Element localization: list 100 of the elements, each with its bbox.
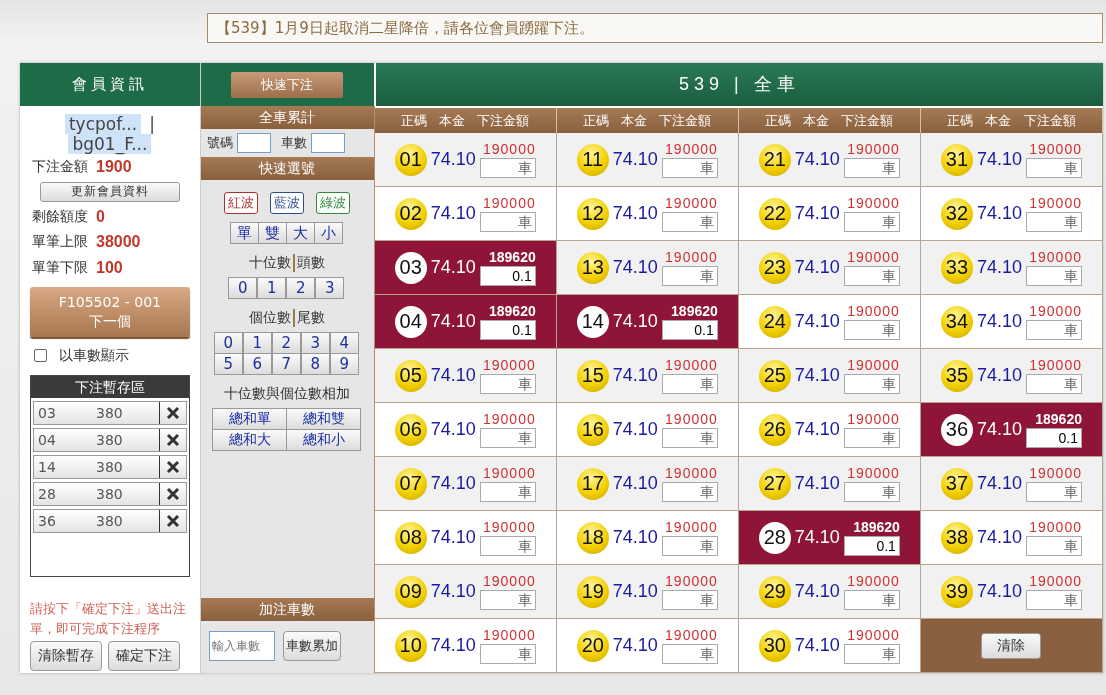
number-ball: 11 xyxy=(576,143,609,176)
number-ball: 17 xyxy=(576,467,609,500)
quick-pick-button[interactable]: 小 xyxy=(314,222,344,244)
bet-amount-field[interactable]: 車 xyxy=(843,212,900,232)
count-input[interactable]: 輸入車數 xyxy=(208,631,275,661)
bet-amount-field[interactable]: 車 xyxy=(479,482,536,502)
close-icon[interactable] xyxy=(165,432,180,447)
limit-value: 189620 xyxy=(853,519,900,535)
bet-amount-field[interactable]: 車 xyxy=(479,158,536,178)
bet-amount-field[interactable]: 車 xyxy=(661,158,718,178)
digit-button[interactable]: 7 xyxy=(271,353,301,375)
digit-button[interactable]: 0 xyxy=(213,332,243,354)
number-ball: 13 xyxy=(576,251,609,284)
bet-amount-field[interactable]: 車 xyxy=(1025,374,1082,394)
digit-button[interactable]: 2 xyxy=(271,332,301,354)
limit-value: 190000 xyxy=(847,627,900,643)
bet-amount-field[interactable]: 車 xyxy=(479,590,536,610)
bet-amount-field[interactable]: 車 xyxy=(661,536,718,556)
digit-button[interactable]: 0 xyxy=(228,277,258,299)
digit-button[interactable]: 4 xyxy=(329,332,359,354)
bet-amount-field[interactable]: 車 xyxy=(661,644,718,664)
limit-value: 190000 xyxy=(1029,465,1082,481)
close-icon[interactable] xyxy=(165,405,180,420)
account-id: bg01_F... xyxy=(68,134,152,154)
wave-button[interactable]: 綠波 xyxy=(316,192,351,214)
digit-button[interactable]: 5 xyxy=(213,353,243,375)
odds-value: 74.10 xyxy=(612,527,658,548)
bet-amount-field[interactable]: 車 xyxy=(843,590,900,610)
bet-amount-field[interactable]: 車 xyxy=(479,374,536,394)
action-button[interactable]: 確定下注 xyxy=(108,641,180,671)
bet-amount-field[interactable]: 車 xyxy=(661,374,718,394)
digit-button[interactable]: 3 xyxy=(300,332,330,354)
quick-pick-button[interactable]: 單 xyxy=(230,222,260,244)
close-icon[interactable] xyxy=(165,486,180,501)
bet-amount-field[interactable]: 車 xyxy=(1025,320,1082,340)
bet-amount-field[interactable]: 車 xyxy=(661,266,718,286)
bet-amount-field[interactable]: 車 xyxy=(661,590,718,610)
bet-amount-field[interactable]: 車 xyxy=(1025,158,1082,178)
number-field[interactable] xyxy=(236,133,271,153)
cart-number: 28 xyxy=(37,485,57,502)
quick-pick-button[interactable]: 雙 xyxy=(258,222,288,244)
refresh-button[interactable]: 更新會員資料 xyxy=(40,181,180,202)
digit-button[interactable]: 1 xyxy=(257,277,287,299)
count-field[interactable] xyxy=(310,133,345,153)
odds-value: 74.10 xyxy=(612,365,658,386)
bet-amount-field[interactable]: 車 xyxy=(843,320,900,340)
odds-value: 74.10 xyxy=(612,635,658,656)
bet-amount-field[interactable]: 車 xyxy=(1025,212,1082,232)
limit-value: 190000 xyxy=(483,357,536,373)
close-icon[interactable] xyxy=(165,513,180,528)
digit-button[interactable]: 3 xyxy=(315,277,345,299)
digit-button[interactable]: 6 xyxy=(242,353,272,375)
bet-amount-field[interactable]: 車 xyxy=(661,212,718,232)
close-icon[interactable] xyxy=(165,459,180,474)
clear-button[interactable]: 清除 xyxy=(981,632,1042,659)
bet-amount-field[interactable]: 0.1 xyxy=(479,266,536,286)
sum-button[interactable]: 總和大 xyxy=(212,429,288,451)
bet-amount-field[interactable]: 車 xyxy=(479,428,536,448)
quick-pick-button[interactable]: 大 xyxy=(286,222,316,244)
digit-button[interactable]: 8 xyxy=(300,353,330,375)
bet-amount-field[interactable]: 0.1 xyxy=(1025,428,1082,448)
sum-button[interactable]: 總和雙 xyxy=(286,408,362,430)
bet-amount-field[interactable]: 車 xyxy=(843,428,900,448)
bet-amount-field[interactable]: 車 xyxy=(479,644,536,664)
sum-button[interactable]: 總和單 xyxy=(212,408,288,430)
panel-header: 會員資訊 xyxy=(20,63,200,106)
board-title: 539 | 全車 xyxy=(373,63,1103,106)
limit-value: 190000 xyxy=(483,411,536,427)
bet-amount-field[interactable]: 車 xyxy=(479,536,536,556)
digit-button[interactable]: 2 xyxy=(286,277,316,299)
column-header: 正碼 本金 下注金額 xyxy=(374,108,557,133)
bet-amount-field[interactable]: 0.1 xyxy=(661,320,718,340)
add-count-button[interactable]: 車數累加 xyxy=(282,631,341,661)
bet-amount-field[interactable]: 車 xyxy=(843,158,900,178)
bet-amount-field[interactable]: 車 xyxy=(1025,536,1082,556)
digit-button[interactable]: 1 xyxy=(242,332,272,354)
checkbox[interactable] xyxy=(34,349,47,363)
wave-button[interactable]: 藍波 xyxy=(270,192,305,214)
bet-amount-field[interactable]: 車 xyxy=(1025,482,1082,502)
cart-amount: 380 xyxy=(95,431,124,448)
wave-button[interactable]: 紅波 xyxy=(224,192,259,214)
separator: | xyxy=(149,114,155,134)
bet-amount-field[interactable]: 車 xyxy=(843,266,900,286)
bet-amount-field[interactable]: 0.1 xyxy=(843,536,900,556)
bet-amount-field[interactable]: 車 xyxy=(843,644,900,664)
limit-value: 190000 xyxy=(847,411,900,427)
bet-amount-field[interactable]: 0.1 xyxy=(479,320,536,340)
bet-amount-field[interactable]: 車 xyxy=(1025,590,1082,610)
limit-value: 190000 xyxy=(483,465,536,481)
bet-amount-field[interactable]: 車 xyxy=(1025,266,1082,286)
limit-value: 190000 xyxy=(483,573,536,589)
action-button[interactable]: 清除暫存 xyxy=(30,641,102,671)
bet-amount-field[interactable]: 車 xyxy=(479,212,536,232)
sum-button[interactable]: 總和小 xyxy=(286,429,362,451)
bet-amount-field[interactable]: 車 xyxy=(843,374,900,394)
bet-amount-field[interactable]: 車 xyxy=(843,482,900,502)
bet-amount-field[interactable]: 車 xyxy=(661,428,718,448)
digit-button[interactable]: 9 xyxy=(329,353,359,375)
number-ball: 15 xyxy=(576,359,609,392)
bet-amount-field[interactable]: 車 xyxy=(661,482,718,502)
